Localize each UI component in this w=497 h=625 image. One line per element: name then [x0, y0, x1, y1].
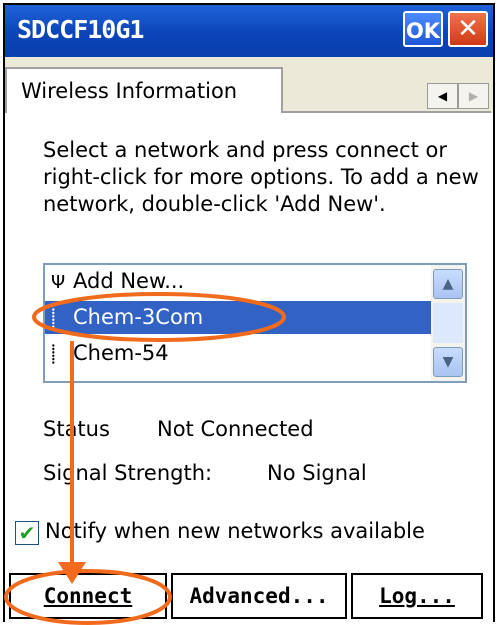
scroll-thumb[interactable] — [433, 303, 463, 343]
status-label: Status — [43, 417, 110, 441]
signal-strength-label: Signal Strength: — [43, 461, 213, 485]
tab-scroll-left-icon[interactable]: ◀ — [427, 83, 458, 109]
scroll-up-icon[interactable]: ▲ — [433, 269, 463, 299]
log-button-label: Log... — [379, 584, 455, 608]
list-item-label: Chem-3Com — [73, 305, 204, 329]
list-item-label: Chem-54 — [73, 341, 169, 365]
instructions-text: Select a network and press connect or ri… — [43, 138, 479, 216]
log-button[interactable]: Log... — [351, 573, 483, 619]
tab-scroll-arrows: ◀ ▶ — [427, 83, 491, 109]
connect-button-label: Connect — [43, 584, 133, 608]
antenna-icon: Ψ — [51, 272, 66, 293]
status-value: Not Connected — [157, 417, 314, 441]
list-item-add-new[interactable]: Ψ Add New... — [45, 265, 433, 298]
network-icon: ⸽ — [51, 344, 56, 365]
advanced-button[interactable]: Advanced... — [171, 573, 347, 619]
network-list[interactable]: Ψ Add New... ⸽ Chem-3Com ⸽ Chem-54 ▲ ▼ — [43, 263, 467, 383]
close-icon[interactable]: ✕ — [448, 11, 488, 47]
scroll-down-icon[interactable]: ▼ — [433, 347, 463, 377]
connect-button[interactable]: Connect — [9, 573, 167, 619]
notify-checkbox[interactable]: ✔ — [15, 521, 39, 545]
ok-button[interactable]: OK — [403, 11, 443, 47]
title-bar: SDCCF10G1 OK ✕ — [5, 5, 493, 57]
window-title: SDCCF10G1 — [17, 15, 144, 44]
notify-label[interactable]: Notify when new networks available — [45, 519, 425, 543]
list-scrollbar[interactable]: ▲ ▼ — [431, 265, 465, 381]
list-item-chem-54[interactable]: ⸽ Chem-54 — [45, 337, 433, 370]
network-icon: ⸽ — [51, 308, 56, 329]
tab-panel: Select a network and press connect or ri… — [5, 113, 493, 624]
signal-strength-value: No Signal — [267, 461, 367, 485]
list-item-label: Add New... — [73, 269, 185, 293]
tab-scroll-right-icon[interactable]: ▶ — [458, 83, 489, 109]
list-item-chem-3com[interactable]: ⸽ Chem-3Com — [45, 301, 433, 334]
dialog-window: SDCCF10G1 OK ✕ Wireless Information ◀ ▶ … — [3, 3, 495, 624]
tab-wireless-information[interactable]: Wireless Information — [5, 67, 283, 113]
